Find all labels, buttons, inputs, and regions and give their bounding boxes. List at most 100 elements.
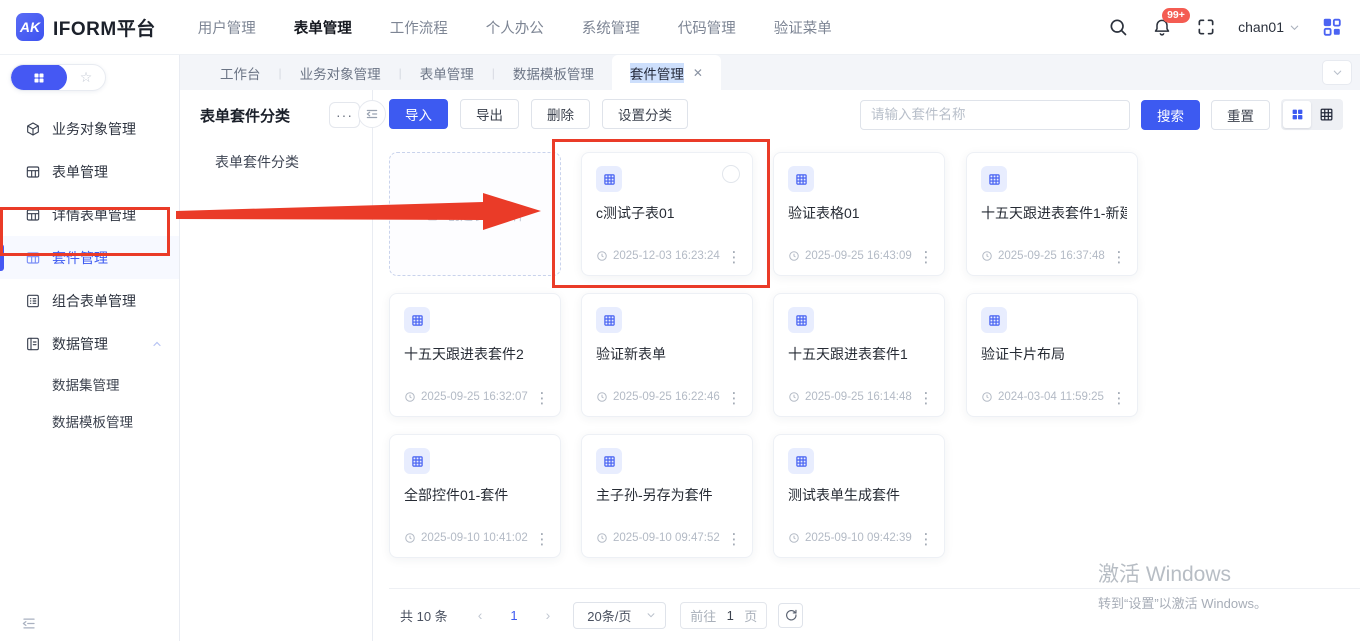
app-window: AK IFORM平台 用户管理 表单管理 工作流程 个人办公 系统管理 代码管理… xyxy=(0,0,1360,641)
sidebar-item-label: 表单管理 xyxy=(52,162,108,182)
table-grid-icon xyxy=(788,166,814,192)
view-toggle xyxy=(1281,99,1343,130)
favorite-star-icon[interactable]: ☆ xyxy=(67,69,105,86)
nav-item-system-mgmt[interactable]: 系统管理 xyxy=(582,17,640,38)
user-menu[interactable]: chan01 xyxy=(1238,19,1300,35)
sidebar-subitem-dataset-mgmt[interactable]: 数据集管理 xyxy=(0,365,179,402)
clock-icon xyxy=(596,532,608,544)
nav-item-verify-menu[interactable]: 验证菜单 xyxy=(774,17,832,38)
card-more-icon[interactable]: ⋮ xyxy=(1111,250,1127,266)
nav-item-form-mgmt[interactable]: 表单管理 xyxy=(294,17,352,38)
suite-card[interactable]: 验证卡片布局 2024-03-04 11:59:25 ⋮ xyxy=(966,293,1138,417)
search-button[interactable]: 搜索 xyxy=(1141,100,1200,130)
table-view-icon[interactable] xyxy=(1312,101,1340,128)
close-icon[interactable]: ✕ xyxy=(693,66,703,80)
suite-card[interactable]: 十五天跟进表套件2 2025-09-25 16:32:07 ⋮ xyxy=(389,293,561,417)
username: chan01 xyxy=(1238,19,1284,35)
goto-suffix: 页 xyxy=(744,606,757,625)
sidebar-item-combined-form-mgmt[interactable]: 组合表单管理 xyxy=(0,279,179,322)
page-number[interactable]: 1 xyxy=(510,608,517,623)
set-category-button[interactable]: 设置分类 xyxy=(602,99,688,129)
card-title: 十五天跟进表套件2 xyxy=(404,344,550,364)
chevron-up-icon[interactable] xyxy=(151,338,163,350)
card-more-icon[interactable]: ⋮ xyxy=(534,391,550,407)
sidebar-subitem-label: 数据模板管理 xyxy=(52,411,133,431)
suite-card[interactable]: 验证表格01 2025-09-25 16:43:09 ⋮ xyxy=(773,152,945,276)
import-button[interactable]: 导入 xyxy=(389,99,448,129)
nav-item-user-mgmt[interactable]: 用户管理 xyxy=(198,17,256,38)
card-more-icon[interactable]: ⋮ xyxy=(726,391,742,407)
export-button[interactable]: 导出 xyxy=(460,99,519,129)
prev-page-icon[interactable]: ‹ xyxy=(478,607,483,623)
cube-icon xyxy=(25,121,41,137)
suite-card[interactable]: 验证新表单 2025-09-25 16:22:46 ⋮ xyxy=(581,293,753,417)
goto-prefix: 前往 xyxy=(690,606,716,625)
search-icon[interactable] xyxy=(1106,15,1130,39)
panel-collapse-button[interactable] xyxy=(358,100,386,128)
nav-item-workflow[interactable]: 工作流程 xyxy=(390,17,448,38)
goto-page-input[interactable] xyxy=(722,608,738,623)
suite-card[interactable]: 全部控件01-套件 2025-09-10 10:41:02 ⋮ xyxy=(389,434,561,558)
fullscreen-icon[interactable] xyxy=(1194,15,1218,39)
card-timestamp: 2025-12-03 16:23:24 xyxy=(613,250,720,262)
page-size-select[interactable]: 20条/页 xyxy=(573,602,666,629)
suite-card[interactable]: 测试表单生成套件 2025-09-10 09:42:39 ⋮ xyxy=(773,434,945,558)
card-more-icon[interactable]: ⋮ xyxy=(918,532,934,548)
refresh-icon[interactable] xyxy=(778,603,803,628)
card-more-icon[interactable]: ⋮ xyxy=(726,250,742,266)
card-title: 主子孙-另存为套件 xyxy=(596,485,742,505)
sidebar-item-suite-mgmt[interactable]: 套件管理 xyxy=(0,236,179,279)
menu-grid-icon[interactable] xyxy=(11,64,67,91)
tab-suite-mgmt[interactable]: 套件管理 ✕ xyxy=(612,55,721,90)
card-more-icon[interactable]: ⋮ xyxy=(1111,391,1127,407)
sidebar-subitem-data-template-mgmt[interactable]: 数据模板管理 xyxy=(0,402,179,439)
tab-business-object-mgmt[interactable]: 业务对象管理 xyxy=(282,55,399,90)
grid-view-icon[interactable] xyxy=(1283,101,1311,128)
form-list-icon xyxy=(25,293,41,309)
sidebar-item-detail-form-mgmt[interactable]: 详情表单管理 xyxy=(0,193,179,236)
apps-grid-icon[interactable] xyxy=(1320,15,1344,39)
clock-icon xyxy=(981,391,993,403)
card-more-icon[interactable]: ⋮ xyxy=(918,391,934,407)
suite-card[interactable]: 十五天跟进表套件1-新建 2025-09-25 16:37:48 ⋮ xyxy=(966,152,1138,276)
pagination-bar: 共 10 条 ‹ 1 › 20条/页 前往 页 xyxy=(389,588,1360,641)
clock-icon xyxy=(788,391,800,403)
tab-overflow-button[interactable] xyxy=(1322,60,1352,85)
category-panel-title: 表单套件分类 xyxy=(200,105,290,126)
create-suite-label: 创建表单套件 xyxy=(447,205,525,224)
sidebar-item-label: 业务对象管理 xyxy=(52,119,136,139)
table-icon xyxy=(25,164,41,180)
suite-card[interactable]: 主子孙-另存为套件 2025-09-10 09:47:52 ⋮ xyxy=(581,434,753,558)
tab-data-template-mgmt[interactable]: 数据模板管理 xyxy=(495,55,612,90)
app-title: IFORM平台 xyxy=(53,14,156,41)
sidebar-collapse-icon[interactable] xyxy=(20,616,38,631)
sidebar-item-data-mgmt[interactable]: 数据管理 xyxy=(0,322,179,365)
sidebar-item-form-mgmt[interactable]: 表单管理 xyxy=(0,150,179,193)
suite-card[interactable]: c测试子表01 2025-12-03 16:23:24 ⋮ xyxy=(581,152,753,276)
search-toolbar: 搜索 重置 xyxy=(860,99,1343,130)
category-tree-item[interactable]: 表单套件分类 xyxy=(180,152,372,172)
card-select-radio[interactable] xyxy=(722,165,740,183)
table-icon xyxy=(25,250,41,266)
next-page-icon[interactable]: › xyxy=(546,607,551,623)
sidebar-item-business-object-mgmt[interactable]: 业务对象管理 xyxy=(0,107,179,150)
clock-icon xyxy=(788,250,800,262)
notification-bell-icon[interactable]: 99+ xyxy=(1150,15,1174,39)
page-jumper: 前往 页 xyxy=(680,602,767,629)
tab-bar: 工作台 | 业务对象管理 | 表单管理 | 数据模板管理 套件管理 ✕ xyxy=(180,55,1360,90)
search-input[interactable] xyxy=(860,100,1130,130)
chevron-down-icon xyxy=(646,610,656,620)
delete-button[interactable]: 删除 xyxy=(531,99,590,129)
reset-button[interactable]: 重置 xyxy=(1211,100,1270,130)
tab-form-mgmt[interactable]: 表单管理 xyxy=(402,55,492,90)
tab-workbench[interactable]: 工作台 xyxy=(202,55,279,90)
card-more-icon[interactable]: ⋮ xyxy=(918,250,934,266)
suite-card[interactable]: 十五天跟进表套件1 2025-09-25 16:14:48 ⋮ xyxy=(773,293,945,417)
card-more-icon[interactable]: ⋮ xyxy=(726,532,742,548)
nav-item-code-mgmt[interactable]: 代码管理 xyxy=(678,17,736,38)
more-options-icon[interactable]: ··· xyxy=(329,102,360,128)
nav-item-personal-office[interactable]: 个人办公 xyxy=(486,17,544,38)
create-suite-card[interactable]: 创建表单套件 xyxy=(389,152,561,276)
clock-icon xyxy=(788,532,800,544)
card-more-icon[interactable]: ⋮ xyxy=(534,532,550,548)
